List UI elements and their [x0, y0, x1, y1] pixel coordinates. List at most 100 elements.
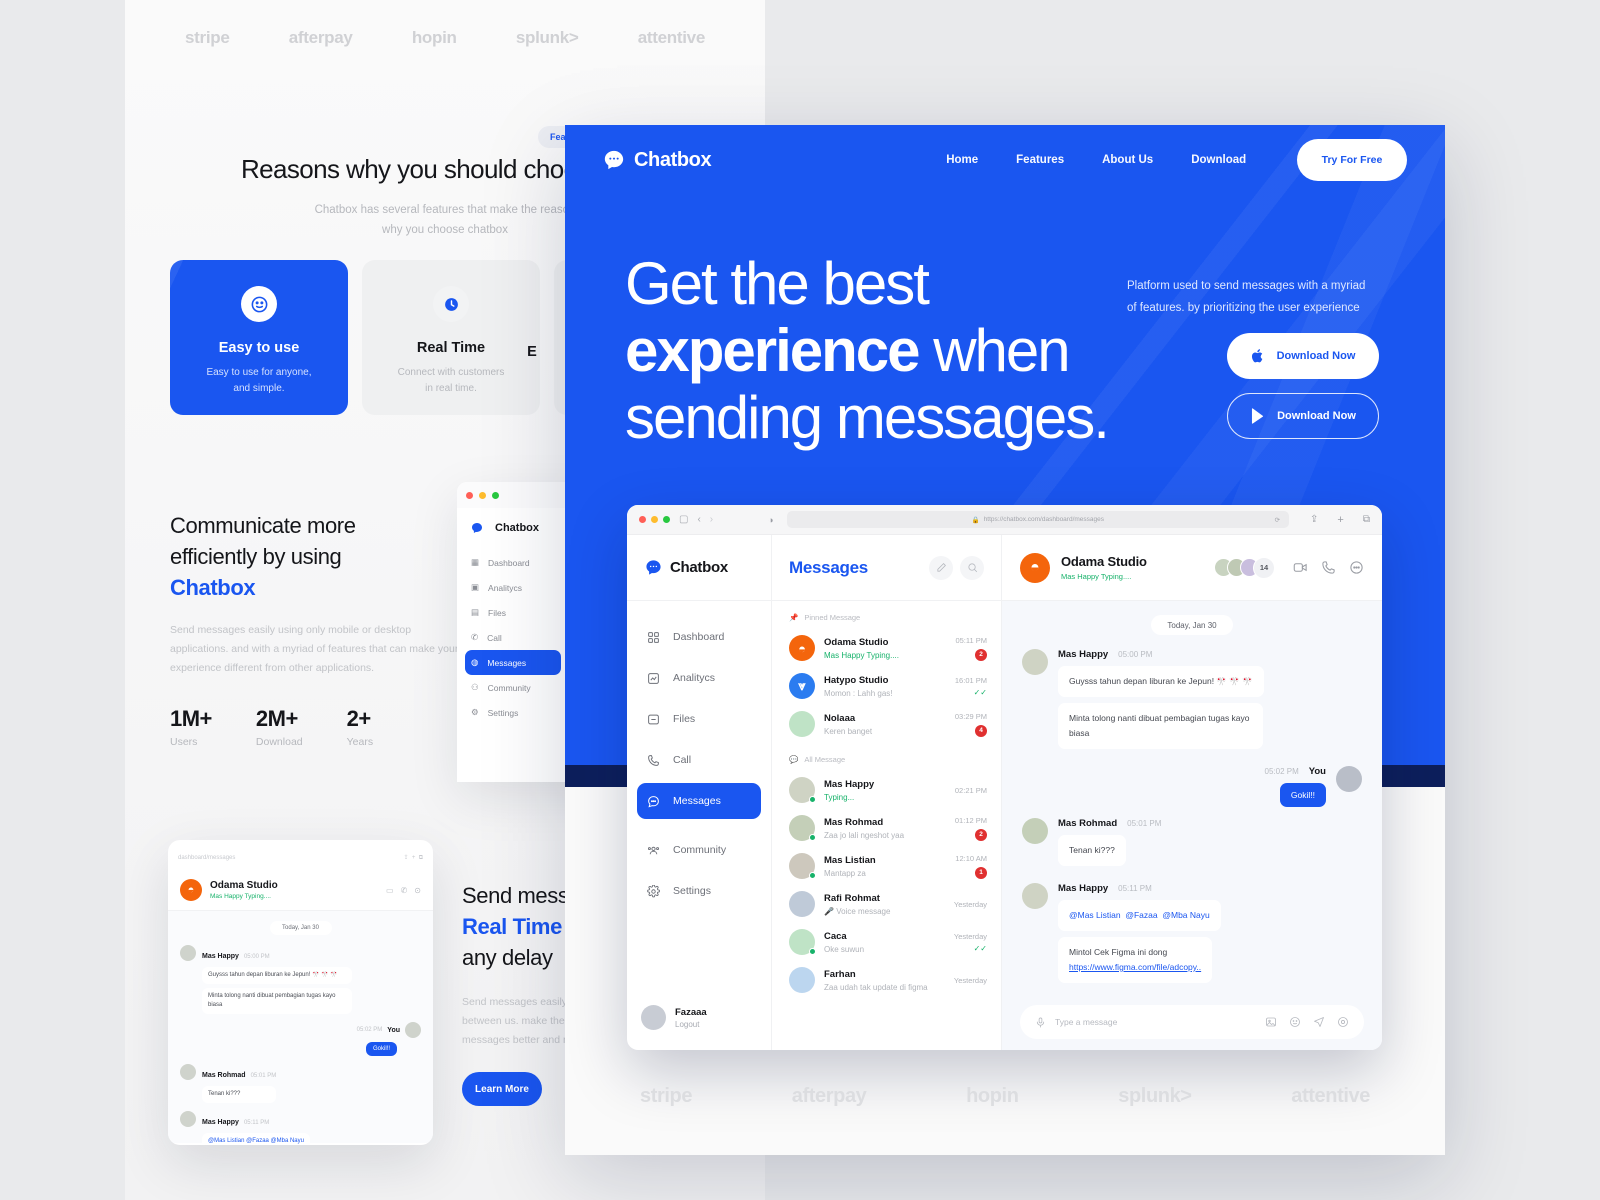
feature-card-easy-to-use[interactable]: Easy to use Easy to use for anyone, and … [170, 260, 348, 415]
mention-3[interactable]: @Mba Nayu [1162, 910, 1209, 920]
heading-line-2: efficiently by using [170, 544, 342, 569]
sidebar-item-messages[interactable]: Messages [637, 783, 761, 819]
forward-icon[interactable]: › [710, 514, 713, 525]
close-dot[interactable] [466, 491, 473, 499]
nav-item-features[interactable]: Features [1016, 154, 1064, 166]
app-brand[interactable]: Chatbox [627, 535, 771, 601]
conversation-row-farhan[interactable]: Farhan Zaa udah tak update di figma Yest… [772, 961, 1001, 999]
online-dot [809, 872, 816, 879]
mock-sidebar-item-messages[interactable]: ◍ Messages [465, 650, 561, 675]
mock2-urlbar[interactable]: dashboard/messages ⇪ + ⧉ [168, 846, 433, 870]
try-for-free-button[interactable]: Try For Free [1297, 139, 1407, 181]
desc-line-2: in real time. [425, 383, 477, 394]
conversation-row-odama-studio[interactable]: ◓ Odama Studio Mas Happy Typing.... 05:1… [772, 629, 1001, 667]
stat-value: 2M+ [255, 706, 298, 731]
more-icon[interactable]: ⊙ [414, 886, 421, 895]
conversation-name: Nolaaa [824, 712, 856, 724]
phone-icon[interactable] [1321, 560, 1336, 575]
avatar [641, 1005, 666, 1030]
close-dot[interactable] [639, 516, 646, 523]
maximize-dot[interactable] [663, 516, 670, 523]
emoji-icon[interactable] [1289, 1016, 1301, 1028]
logout-link[interactable]: Logout [675, 1020, 707, 1029]
mock-sidebar-item-settings[interactable]: ⚙ Settings [457, 700, 569, 725]
browser-urlbar[interactable]: 🔒 https://chatbox.com/dashboard/messages… [786, 511, 1290, 528]
plus-icon[interactable]: + [1337, 514, 1343, 526]
sidebar-item-analitycs[interactable]: Analitycs [637, 660, 761, 696]
avatar [789, 777, 816, 803]
conversation-name: Farhan [824, 968, 856, 980]
sidebar-item-settings[interactable]: Settings [637, 873, 761, 909]
mention-2[interactable]: @Fazaa [1125, 910, 1157, 920]
share-icon[interactable]: ⇪ [1310, 514, 1318, 525]
sidebar-item-community[interactable]: Community [637, 832, 761, 868]
partner-logo-hopin: hopin [411, 28, 457, 47]
feature-card-row: Easy to use Easy to use for anyone, and … [170, 260, 614, 415]
reload-icon[interactable]: ⟳ [1275, 516, 1280, 524]
sidebar-item-call[interactable]: Call [637, 742, 761, 778]
conversation-row-mas-listian[interactable]: Mas Listian Mantapp za 12:10 AM 1 [772, 847, 1001, 885]
partner-logo-splunk: splunk> [515, 28, 579, 47]
image-icon[interactable] [1265, 1016, 1277, 1028]
partner-logo-splunk: splunk> [1118, 1085, 1192, 1107]
sidebar-item-dashboard[interactable]: Dashboard [637, 619, 761, 655]
conversation-row-rafi-rohmat[interactable]: Rafi Rohmat 🎤 Voice message Yesterday [772, 885, 1001, 923]
nav-item-download[interactable]: Download [1191, 154, 1246, 166]
download-apple-button[interactable]: Download Now [1227, 333, 1379, 379]
mock-sidebar-item-community[interactable]: ⚇ Community [457, 675, 569, 700]
mock-sidebar-item-analitycs[interactable]: ▣ Analitycs [457, 575, 569, 600]
clock-icon [433, 286, 469, 322]
feature-card-real-time[interactable]: Real Time Connect with customers in real… [362, 260, 540, 415]
people-icon [647, 844, 660, 857]
stat-years: 2+ Years [347, 706, 373, 748]
sidebar-user[interactable]: Fazaaa Logout [627, 1005, 771, 1050]
learn-more-button[interactable]: Learn More [462, 1072, 542, 1106]
mock-sidebar-item-files[interactable]: ▤ Files [457, 600, 569, 625]
mention-1[interactable]: @Mas Listian [1069, 910, 1121, 920]
download-play-button[interactable]: Download Now [1227, 393, 1379, 439]
all-message-label: 💬 All Message [772, 743, 1001, 771]
conversation-row-mas-happy[interactable]: Mas Happy Typing... 02:21 PM [772, 771, 1001, 809]
nav-item-about-us[interactable]: About Us [1102, 154, 1153, 166]
conversation-name: Caca [824, 930, 847, 942]
online-dot [809, 796, 816, 803]
search-icon[interactable] [960, 555, 984, 580]
conversation-time: 03:29 PM [954, 711, 987, 721]
location-icon[interactable] [1337, 1016, 1349, 1028]
conversation-row-caca[interactable]: Caca Oke suwun Yesterday ✓✓ [772, 923, 1001, 961]
tabs-icon[interactable]: ⧉ [1363, 514, 1370, 525]
send-icon[interactable] [1313, 1016, 1325, 1028]
sidebar-toggle-icon[interactable]: ▢ [679, 514, 688, 525]
conversation-row-nolaaa[interactable]: Nolaaa Keren banget 03:29 PM 4 [772, 705, 1001, 743]
more-icon[interactable] [1349, 560, 1364, 575]
mock-sidebar-item-call[interactable]: ✆ Call [457, 625, 569, 650]
nav-item-home[interactable]: Home [946, 154, 978, 166]
conversation-row-mas-rohmad[interactable]: Mas Rohmad Zaa jo lali ngeshot yaa 01:12… [772, 809, 1001, 847]
google-play-icon [1250, 408, 1265, 424]
back-icon[interactable]: ‹ [697, 514, 700, 525]
message-input[interactable]: Type a message [1020, 1005, 1364, 1039]
conversation-row-hatypo-studio[interactable]: ⩔ Hatypo Studio Momon : Lahh gas! 16:01 … [772, 667, 1001, 705]
shield-icon[interactable]: ◑ [768, 515, 773, 525]
brand-logo[interactable]: Chatbox [603, 149, 712, 172]
partner-logo-stripe: stripe [185, 28, 230, 47]
message-group: Mas Happy 05:11 PM @Mas Listian @Fazaa @… [1022, 883, 1362, 989]
pencil-icon[interactable] [929, 555, 953, 580]
phone-icon[interactable]: ✆ [401, 886, 408, 895]
mock-sidebar-item-dashboard[interactable]: ▦ Dashboard [457, 550, 569, 575]
member-avatar-stack[interactable]: 14 [1214, 556, 1275, 579]
sidebar-item-files[interactable]: Files [637, 701, 761, 737]
maximize-dot[interactable] [492, 491, 499, 499]
chat-status: Mas Happy Typing.... [1061, 572, 1132, 581]
minimize-dot[interactable] [479, 491, 486, 499]
sender-name: Mas Happy [1058, 649, 1109, 660]
mic-icon[interactable] [1035, 1017, 1046, 1028]
download-apple-label: Download Now [1276, 350, 1356, 362]
lock-icon: 🔒 [971, 516, 980, 524]
smiley-icon [241, 286, 277, 322]
video-icon[interactable] [1293, 560, 1308, 575]
time: 05:11 PM [243, 1120, 270, 1126]
video-icon[interactable]: ▭ [386, 886, 394, 895]
minimize-dot[interactable] [651, 516, 658, 523]
figma-link[interactable]: https://www.figma.com/file/adcopy.. [1069, 962, 1201, 972]
